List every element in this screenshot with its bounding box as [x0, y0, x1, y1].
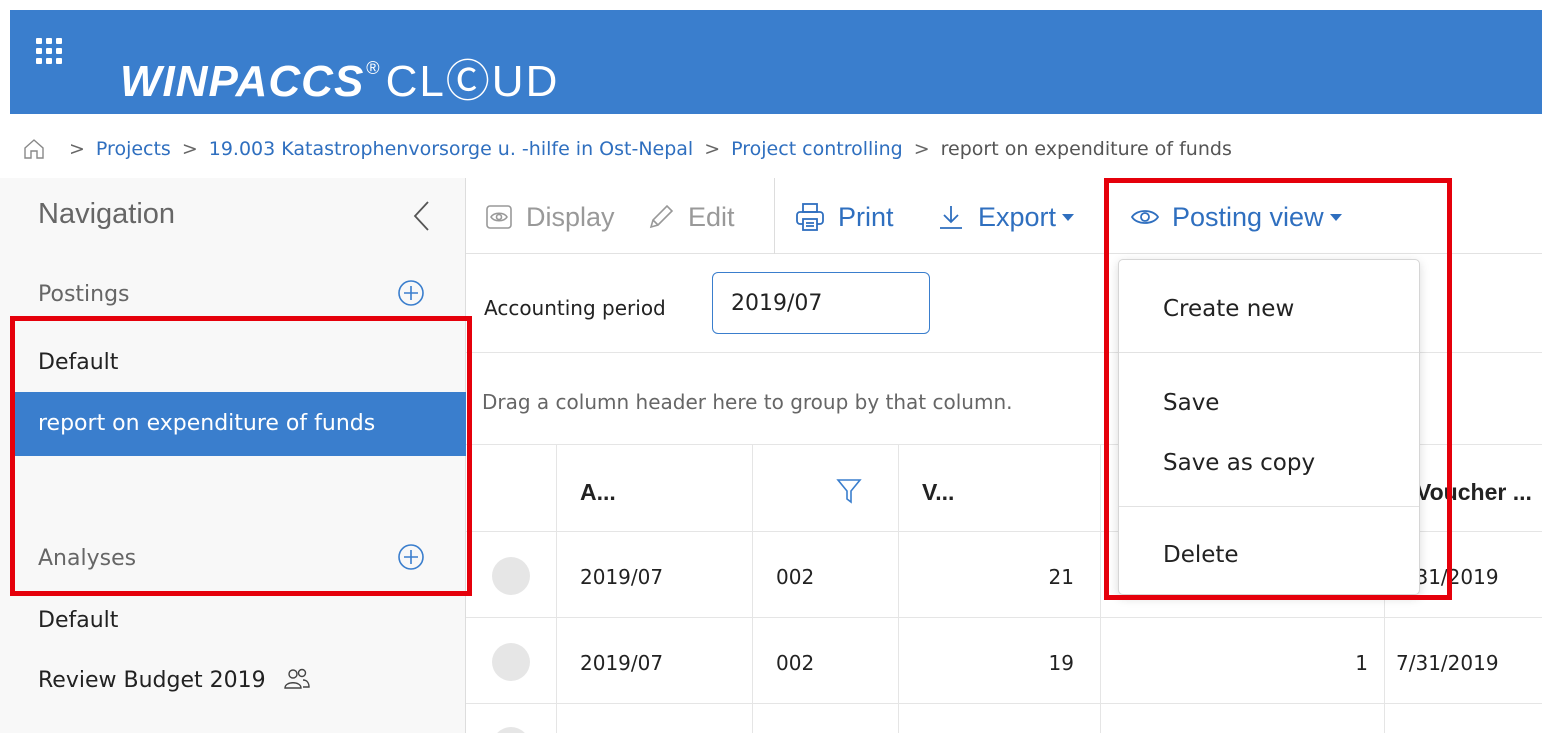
row-divider: [466, 617, 1542, 618]
filter-icon[interactable]: [836, 477, 862, 505]
group-by-drop-zone[interactable]: Drag a column header here to group by th…: [482, 390, 1013, 414]
menu-item-save-as-copy[interactable]: Save as copy: [1163, 450, 1315, 476]
breadcrumb: > Projects > 19.003 Katastrophenvorsorge…: [22, 134, 1542, 164]
accounting-period-input[interactable]: [712, 272, 930, 334]
column-header-accounting-period[interactable]: A...: [580, 479, 616, 506]
breadcrumb-project[interactable]: 19.003 Katastrophenvorsorge u. -hilfe in…: [209, 138, 693, 160]
app-header: WINPACCS ® CLⒸUD: [10, 10, 1542, 114]
row-select-toggle[interactable]: [492, 643, 530, 681]
display-label: Display: [526, 202, 615, 232]
analyses-section-label: Analyses: [38, 546, 137, 571]
breadcrumb-current: report on expenditure of funds: [940, 138, 1232, 160]
app-launcher-icon[interactable]: [36, 38, 62, 64]
printer-icon: [796, 203, 824, 231]
display-button[interactable]: Display: [484, 200, 615, 234]
chevron-down-icon: [1329, 213, 1342, 221]
column-border: [1100, 445, 1101, 733]
menu-item-save[interactable]: Save: [1163, 390, 1219, 416]
cell-period: 2019/07: [580, 565, 664, 589]
home-icon[interactable]: [22, 137, 46, 161]
posting-view-menu: Create new Save Save as copy Delete: [1118, 259, 1420, 595]
app-logo: WINPACCS ® CLⒸUD: [120, 57, 560, 106]
breadcrumb-projects[interactable]: Projects: [96, 138, 171, 160]
column-border: [752, 445, 753, 733]
add-analysis-icon[interactable]: [396, 542, 426, 572]
breadcrumb-separator: >: [69, 138, 85, 160]
edit-label: Edit: [688, 202, 735, 232]
menu-item-delete[interactable]: Delete: [1163, 542, 1239, 568]
cell-period: 2019/07: [580, 651, 664, 675]
column-border: [898, 445, 899, 733]
chevron-down-icon: [1062, 213, 1075, 221]
column-header-voucher-date[interactable]: Voucher ...: [1416, 479, 1532, 506]
cell-extra: 1: [1355, 651, 1368, 675]
toolbar-divider: [774, 178, 775, 254]
nav-posting-default[interactable]: Default: [38, 350, 118, 375]
add-posting-view-icon[interactable]: [396, 278, 426, 308]
chevron-left-icon[interactable]: [410, 198, 432, 234]
column-header-voucher[interactable]: V...: [922, 479, 954, 506]
cell-date: 7/31/2019: [1396, 651, 1499, 675]
download-icon: [940, 206, 962, 229]
cell-code: 002: [776, 565, 815, 589]
display-icon: [486, 205, 512, 229]
row-select-toggle[interactable]: [492, 557, 530, 595]
cell-code: 002: [776, 651, 815, 675]
column-border: [556, 445, 557, 733]
breadcrumb-project-controlling[interactable]: Project controlling: [731, 138, 903, 160]
cell-number: 19: [1048, 651, 1074, 675]
posting-view-button[interactable]: Posting view: [1130, 200, 1342, 234]
nav-analysis-label: Review Budget 2019: [38, 668, 266, 693]
print-button[interactable]: Print: [794, 200, 894, 234]
posting-view-label: Posting view: [1172, 202, 1324, 232]
breadcrumb-separator: >: [181, 138, 198, 160]
export-label: Export: [978, 202, 1057, 232]
shared-users-icon: [283, 668, 310, 689]
edit-button[interactable]: Edit: [646, 200, 735, 234]
nav-posting-report-on-expenditure[interactable]: report on expenditure of funds: [14, 392, 466, 456]
pencil-icon: [649, 204, 674, 229]
print-label: Print: [838, 202, 894, 232]
breadcrumb-separator: >: [913, 138, 930, 160]
nav-analysis-review-budget[interactable]: Review Budget 2019: [38, 668, 311, 693]
navigation-sidebar: Navigation Postings Default report on ex…: [0, 178, 466, 733]
menu-divider: [1119, 506, 1419, 507]
navigation-title: Navigation: [38, 198, 176, 230]
row-select-toggle[interactable]: [492, 727, 530, 733]
toolbar-divider: [1108, 178, 1109, 254]
eye-icon: [1130, 210, 1160, 224]
menu-divider: [1119, 352, 1419, 353]
postings-section-label: Postings: [38, 282, 130, 307]
menu-item-create-new[interactable]: Create new: [1163, 296, 1294, 322]
toolbar: Display Edit Print Export Posting view: [466, 178, 1542, 254]
cell-number: 21: [1048, 565, 1074, 589]
nav-analysis-default[interactable]: Default: [38, 608, 118, 633]
breadcrumb-separator: >: [704, 138, 721, 160]
accounting-period-label: Accounting period: [484, 296, 666, 320]
export-button[interactable]: Export: [936, 200, 1075, 234]
row-divider: [466, 703, 1542, 704]
